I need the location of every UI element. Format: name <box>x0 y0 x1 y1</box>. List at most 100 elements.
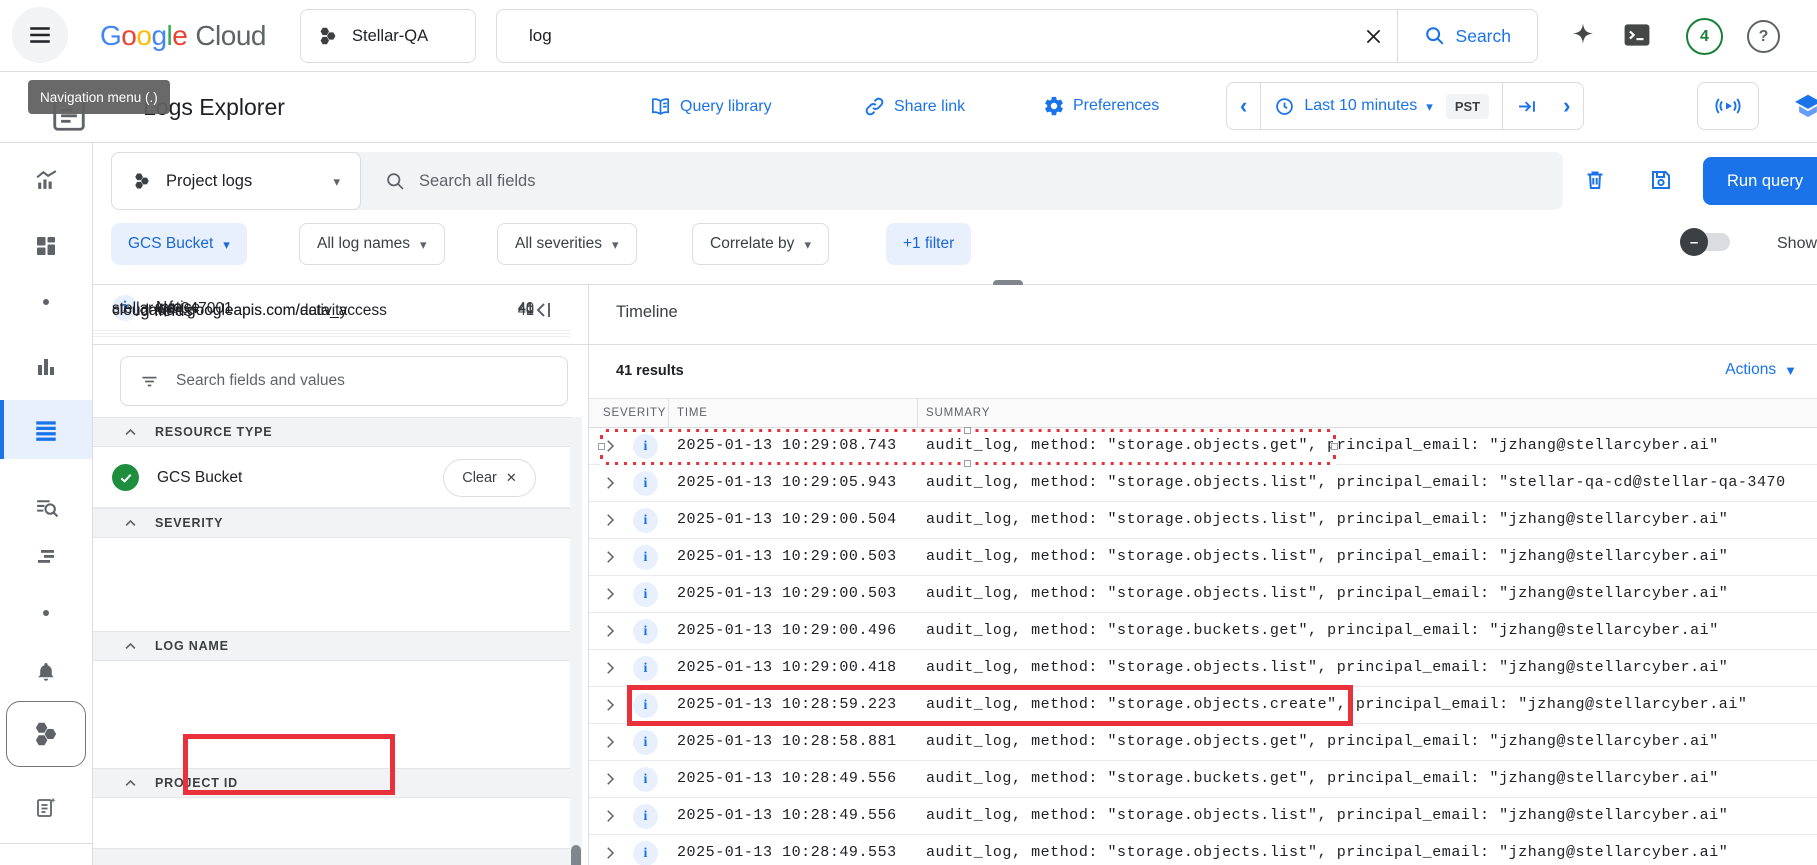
query-library-link[interactable]: Query library <box>649 95 772 118</box>
search-icon <box>1424 25 1446 47</box>
field-count: 41 <box>518 301 534 317</box>
query-search-input[interactable]: Search all fields <box>361 171 1563 192</box>
doc-sparkle-icon <box>34 795 58 819</box>
timezone-badge[interactable]: PST <box>1446 94 1489 119</box>
active-sessions-badge[interactable]: 4 <box>1686 18 1723 55</box>
expand-chevron-icon[interactable] <box>601 807 619 825</box>
global-search-bar[interactable]: log Search <box>496 9 1538 63</box>
log-summary: audit_log, method: "storage.objects.get"… <box>926 733 1719 750</box>
log-row[interactable]: i 2025-01-13 10:28:49.556 audit_log, met… <box>589 761 1817 798</box>
question-mark-icon: ? <box>1759 28 1769 46</box>
sidebar-item-log-router[interactable] <box>0 783 92 831</box>
project-selector[interactable]: Stellar-QA <box>300 9 476 63</box>
table-header: SEVERITY TIME SUMMARY <box>589 398 1817 428</box>
log-row[interactable]: i 2025-01-13 10:28:59.223 audit_log, met… <box>589 687 1817 724</box>
log-row[interactable]: i 2025-01-13 10:29:00.496 audit_log, met… <box>589 613 1817 650</box>
preferences-button[interactable]: Preferences <box>1043 95 1159 117</box>
search-button[interactable]: Search <box>1398 10 1537 62</box>
sidebar-item-metrics[interactable] <box>0 156 92 204</box>
expand-chevron-icon[interactable] <box>601 622 619 640</box>
section-resource-type[interactable]: RESOURCE TYPE <box>93 417 570 447</box>
filter-chip-correlate[interactable]: Correlate by ▾ <box>692 223 829 265</box>
clear-search-button[interactable] <box>1351 13 1397 59</box>
sidebar-item-analytics[interactable] <box>0 343 92 391</box>
learning-resources-icon[interactable] <box>1791 92 1817 122</box>
sidebar-item-trace[interactable] <box>0 532 92 580</box>
live-stream-icon <box>1713 94 1743 118</box>
show-query-toggle[interactable]: – <box>1680 228 1732 256</box>
log-row[interactable]: i 2025-01-13 10:29:00.504 audit_log, met… <box>589 502 1817 539</box>
expand-chevron-icon[interactable] <box>601 844 619 862</box>
expand-chevron-icon[interactable] <box>601 585 619 603</box>
sidebar-item-collapsed-dot-2[interactable] <box>0 589 92 637</box>
toggle-knob[interactable]: – <box>1680 228 1708 256</box>
sidebar-item-alerting[interactable] <box>0 648 92 696</box>
info-severity-icon: i <box>633 767 658 792</box>
log-row[interactable]: i 2025-01-13 10:29:00.503 audit_log, met… <box>589 576 1817 613</box>
clear-filter-button[interactable]: Clear ✕ <box>443 459 536 497</box>
log-row[interactable]: i 2025-01-13 10:28:49.556 audit_log, met… <box>589 798 1817 835</box>
filter-chip-more-filters[interactable]: +1 filter <box>886 223 971 265</box>
jump-to-now-button[interactable] <box>1503 83 1550 129</box>
sidebar-item-dashboards[interactable] <box>0 222 92 270</box>
sidebar-item-log-analytics[interactable] <box>0 483 92 531</box>
filter-chip-severities[interactable]: All severities ▾ <box>497 223 637 265</box>
expand-chevron-icon[interactable] <box>601 696 619 714</box>
log-row[interactable]: i 2025-01-13 10:29:00.418 audit_log, met… <box>589 650 1817 687</box>
gemini-assistant-button[interactable] <box>1568 21 1598 51</box>
field-value-gcs-bucket[interactable]: GCS Bucket Clear ✕ <box>93 448 570 508</box>
log-summary: audit_log, method: "storage.objects.list… <box>926 548 1728 565</box>
expand-chevron-icon[interactable] <box>601 548 619 566</box>
actions-dropdown[interactable]: Actions ▼ <box>1725 361 1797 379</box>
log-summary: audit_log, method: "storage.objects.list… <box>926 511 1728 528</box>
save-query-button[interactable] <box>1649 168 1673 192</box>
run-query-button[interactable]: Run query <box>1703 157 1817 205</box>
expand-chevron-icon[interactable] <box>601 733 619 751</box>
stream-logs-button[interactable] <box>1697 82 1759 130</box>
project-hex-icon <box>317 25 339 47</box>
log-row[interactable]: i 2025-01-13 10:29:00.503 audit_log, met… <box>589 539 1817 576</box>
sidebar-item-integrations[interactable] <box>6 701 86 767</box>
field-value-row[interactable]: stellar-qa-347001 41 <box>93 285 570 334</box>
section-severity[interactable]: SEVERITY <box>93 508 570 538</box>
section-project-id[interactable]: PROJECT ID <box>93 768 570 798</box>
log-scope-selector[interactable]: Project logs ▾ <box>111 152 361 210</box>
time-range-control: ‹ Last 10 minutes ▾ PST › <box>1226 82 1584 130</box>
delete-query-button[interactable] <box>1583 168 1607 192</box>
info-severity-icon: i <box>633 545 658 570</box>
results-count: 41 results <box>616 363 684 379</box>
search-input[interactable]: log <box>497 26 552 46</box>
chevron-up-icon <box>123 425 138 440</box>
column-severity: SEVERITY <box>603 407 666 419</box>
fields-scrollbar-track[interactable] <box>570 417 582 865</box>
expand-chevron-icon[interactable] <box>601 474 619 492</box>
log-summary: audit_log, method: "storage.buckets.get"… <box>926 770 1719 787</box>
log-row[interactable]: i 2025-01-13 10:29:05.943 audit_log, met… <box>589 465 1817 502</box>
column-time: TIME <box>677 407 708 419</box>
log-row[interactable]: i 2025-01-13 10:29:08.743 audit_log, met… <box>589 428 1817 465</box>
cloud-shell-button[interactable] <box>1622 22 1652 48</box>
expand-chevron-icon[interactable] <box>601 511 619 529</box>
sidebar-item-logs-explorer[interactable] <box>0 406 92 454</box>
time-range-dropdown[interactable]: Last 10 minutes ▾ <box>1261 83 1445 129</box>
help-button[interactable]: ? <box>1747 20 1780 53</box>
fields-scrollbar-thumb[interactable] <box>571 845 581 865</box>
expand-chevron-icon[interactable] <box>601 437 619 455</box>
section-log-name[interactable]: LOG NAME <box>93 631 570 661</box>
navigation-menu-button[interactable] <box>12 7 68 63</box>
share-link-button[interactable]: Share link <box>863 95 965 118</box>
filter-chip-resource[interactable]: GCS Bucket ▾ <box>111 223 247 265</box>
log-timestamp: 2025-01-13 10:29:05.943 <box>677 474 897 491</box>
fields-search-input[interactable]: Search fields and values <box>120 356 568 406</box>
filter-chip-log-names[interactable]: All log names ▾ <box>299 223 445 265</box>
chevron-up-icon <box>123 776 138 791</box>
expand-chevron-icon[interactable] <box>601 770 619 788</box>
log-row[interactable]: i 2025-01-13 10:28:58.881 audit_log, met… <box>589 724 1817 761</box>
time-back-button[interactable]: ‹ <box>1227 83 1260 129</box>
log-row[interactable]: i 2025-01-13 10:28:49.553 audit_log, met… <box>589 835 1817 865</box>
expand-chevron-icon[interactable] <box>601 659 619 677</box>
hamburger-icon <box>27 22 53 48</box>
time-forward-button[interactable]: › <box>1550 83 1583 129</box>
filter-icon <box>139 371 160 392</box>
sidebar-item-collapsed-dot-1[interactable] <box>0 278 92 326</box>
